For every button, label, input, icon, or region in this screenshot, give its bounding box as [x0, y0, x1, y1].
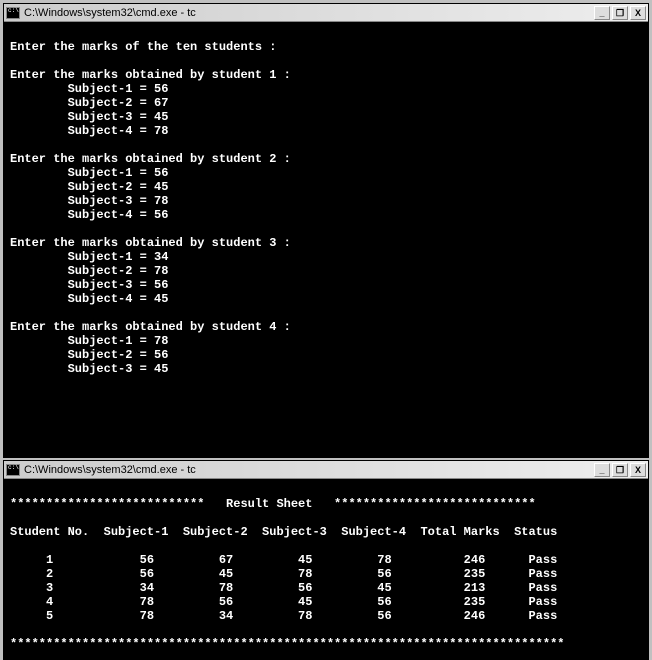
window-title-1: C:\Windows\system32\cmd.exe - tc	[24, 7, 594, 19]
maximize-button[interactable]: ❐	[612, 6, 628, 20]
close-button[interactable]: X	[630, 6, 646, 20]
cmd-icon	[6, 464, 20, 476]
minimize-button[interactable]: _	[594, 6, 610, 20]
console-output-2: *************************** Result Sheet…	[4, 479, 648, 659]
console-output-1: Enter the marks of the ten students : En…	[4, 22, 648, 457]
minimize-button[interactable]: _	[594, 463, 610, 477]
cmd-window-1: C:\Windows\system32\cmd.exe - tc _ ❐ X E…	[3, 3, 649, 458]
window-title-2: C:\Windows\system32\cmd.exe - tc	[24, 464, 594, 476]
cmd-window-2: C:\Windows\system32\cmd.exe - tc _ ❐ X *…	[3, 460, 649, 660]
window-controls-2: _ ❐ X	[594, 463, 646, 477]
titlebar-1[interactable]: C:\Windows\system32\cmd.exe - tc _ ❐ X	[4, 4, 648, 22]
maximize-button[interactable]: ❐	[612, 463, 628, 477]
window-controls-1: _ ❐ X	[594, 6, 646, 20]
close-button[interactable]: X	[630, 463, 646, 477]
cmd-icon	[6, 7, 20, 19]
titlebar-2[interactable]: C:\Windows\system32\cmd.exe - tc _ ❐ X	[4, 461, 648, 479]
